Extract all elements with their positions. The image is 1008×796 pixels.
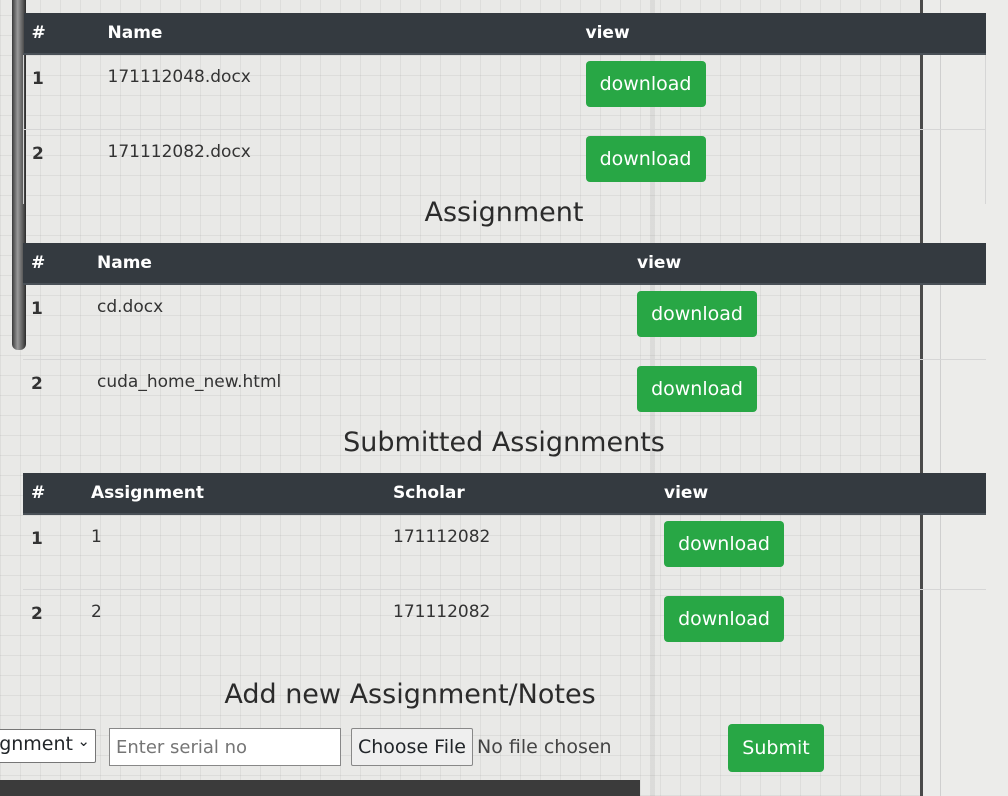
submitted-heading: Submitted Assignments [343,427,665,458]
chevron-down-icon: ⌄ [77,732,90,750]
col-header-view: view [577,13,986,55]
assignment-table: # Name view 1 cd.docx download 2 cuda_ho… [23,243,986,434]
file-name: cd.docx [89,283,629,360]
no-file-text: No file chosen [477,736,612,758]
table-row: 2 171112082.docx download [23,129,986,204]
download-button[interactable]: download [585,136,706,182]
table-row: 2 cuda_home_new.html download [23,359,986,434]
add-new-heading: Add new Assignment/Notes [224,679,596,710]
scholar-id: 171112082 [385,513,656,590]
row-number: 2 [23,359,89,434]
download-button[interactable]: download [637,366,757,412]
notes-table: # Name view 1 171112048.docx download 2 … [23,13,986,204]
table-row: 1 cd.docx download [23,283,986,360]
assignment-id: 1 [83,513,385,590]
row-number: 1 [23,513,83,590]
background-shadow [0,780,640,796]
row-number: 2 [23,129,100,204]
serial-input[interactable] [109,728,341,766]
assignment-id: 2 [83,589,385,664]
table-row: 1 171112048.docx download [23,53,986,130]
download-button[interactable]: download [664,596,784,642]
col-header-view: view [656,473,986,515]
col-header-num: # [23,243,89,285]
col-header-assignment: Assignment [83,473,385,515]
file-name: 171112048.docx [99,53,578,130]
download-button[interactable]: download [585,61,706,107]
row-number: 1 [23,53,100,130]
assignment-heading: Assignment [424,197,584,228]
row-number: 2 [23,589,83,664]
submitted-table-header: # Assignment Scholar view [23,473,986,515]
type-select-value: Assignment [0,733,73,755]
submit-button[interactable]: Submit [728,724,824,772]
type-select[interactable]: Assignment ⌄ [0,729,96,763]
col-header-view: view [629,243,986,285]
add-form: Assignment ⌄ Choose File No file chosen … [0,724,1008,772]
notes-table-header: # Name view [23,13,986,55]
table-row: 1 1 171112082 download [23,513,986,590]
assignment-table-header: # Name view [23,243,986,285]
col-header-name: Name [89,243,629,285]
download-button[interactable]: download [664,521,784,567]
submitted-table: # Assignment Scholar view 1 1 171112082 … [23,473,986,664]
scholar-id: 171112082 [385,589,656,664]
row-number: 1 [23,283,89,360]
choose-file-button[interactable]: Choose File [351,728,473,766]
file-name: cuda_home_new.html [89,359,629,434]
col-header-num: # [23,13,100,55]
file-name: 171112082.docx [99,129,578,204]
download-button[interactable]: download [637,291,757,337]
table-row: 2 2 171112082 download [23,589,986,664]
col-header-num: # [23,473,83,515]
col-header-scholar: Scholar [385,473,656,515]
col-header-name: Name [99,13,578,55]
